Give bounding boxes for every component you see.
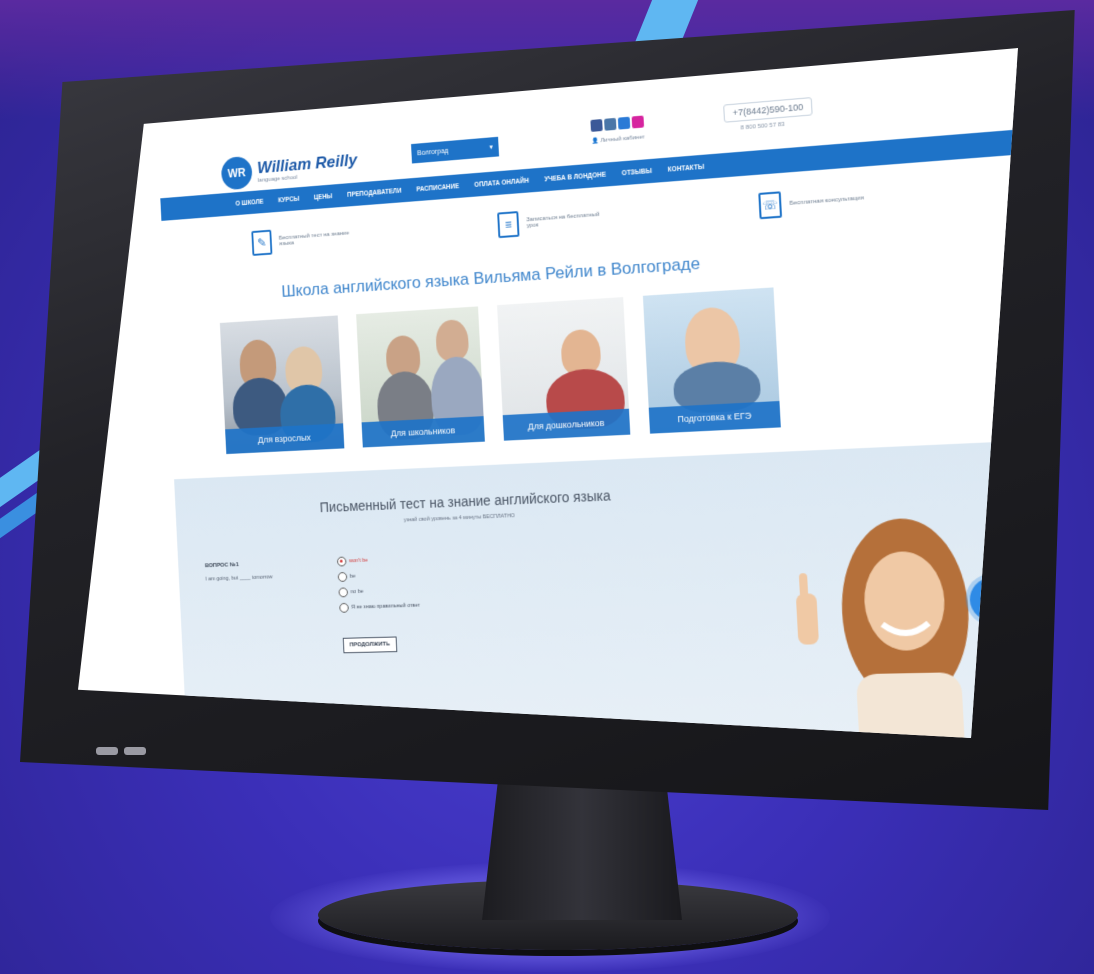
logo-mark: WR [220, 155, 253, 191]
nav-item-courses[interactable]: КУРСЫ [278, 195, 300, 203]
question-text: I am going, but ____ tomorrow [205, 574, 273, 583]
test-title: Письменный тест на знание английского яз… [319, 487, 611, 516]
vk-icon[interactable] [604, 117, 617, 131]
website: WR William Reilly language school Волгог… [157, 63, 1018, 738]
radio-button[interactable] [337, 572, 348, 582]
answer-options: won't be be no be Я не знаю правильный о… [336, 554, 421, 619]
card-label: Для взрослых [225, 423, 345, 455]
continue-button[interactable]: ПРОДОЛЖИТЬ [342, 636, 397, 654]
nav-item-prices[interactable]: ЦЕНЫ [314, 193, 333, 201]
page-title: Школа английского языка Вильяма Рейли в … [281, 253, 701, 301]
monitor-leds [96, 742, 152, 760]
feature-consultation[interactable]: ☏ Бесплатная консультация [758, 184, 873, 220]
answer-option[interactable]: Я не знаю правильный ответ [339, 601, 420, 613]
card-exam-prep[interactable]: Подготовка к ЕГЭ [642, 287, 781, 434]
personal-cabinet-link[interactable]: 👤 Личный кабинет [591, 133, 645, 144]
nav-item-teachers[interactable]: ПРЕПОДАВАТЕЛИ [347, 187, 402, 198]
instagram-icon[interactable] [631, 115, 645, 129]
user-icon: 👤 [591, 138, 599, 145]
test-subtitle: узнай свой уровень за 4 минуты БЕСПЛАТНО [403, 513, 516, 524]
feature-free-test[interactable]: ✎ Бесплатный тест на знание языка [251, 224, 353, 256]
feature-free-lesson[interactable]: ≡ Записаться на бесплатный урок [497, 205, 605, 239]
consult-icon: ☏ [758, 191, 783, 220]
chevron-down-icon: ▾ [489, 144, 494, 152]
card-label: Для школьников [361, 416, 485, 448]
phone-secondary[interactable]: 8 800 500 57 83 [740, 122, 784, 132]
nav-item-about[interactable]: О ШКОЛЕ [235, 198, 263, 207]
monitor-stand-neck [482, 780, 682, 920]
radio-button[interactable] [338, 587, 349, 598]
card-schoolchildren[interactable]: Для школьников [356, 306, 485, 448]
books-icon: ≡ [497, 211, 520, 239]
twitter-icon[interactable] [617, 116, 631, 130]
facebook-icon[interactable] [590, 119, 603, 132]
question-label: ВОПРОС №1 [204, 562, 239, 570]
nav-item-contacts[interactable]: КОНТАКТЫ [668, 163, 705, 173]
nav-item-reviews[interactable]: ОТЗЫВЫ [622, 167, 653, 176]
answer-option[interactable]: be [337, 570, 419, 582]
radio-button[interactable] [336, 556, 347, 567]
clipboard-icon: ✎ [251, 229, 273, 256]
card-label: Для дошкольников [502, 408, 631, 441]
audience-cards: Для взрослых Для школьников Для дошкольн… [219, 287, 781, 455]
city-value: Волгоград [416, 147, 449, 157]
nav-item-schedule[interactable]: РАСПИСАНИЕ [416, 183, 459, 193]
card-preschool[interactable]: Для дошкольников [497, 297, 631, 441]
nav-item-london[interactable]: УЧЕБА В ЛОНДОНЕ [544, 171, 606, 183]
card-label: Подготовка к ЕГЭ [648, 400, 781, 434]
radio-button[interactable] [339, 602, 349, 613]
monitor-screen: WR William Reilly language school Волгог… [78, 48, 1018, 738]
answer-option[interactable]: no be [338, 585, 419, 598]
answer-option[interactable]: won't be [336, 554, 418, 567]
card-adults[interactable]: Для взрослых [219, 315, 345, 455]
phone-main[interactable]: +7(8442)590-100 [723, 97, 814, 123]
social-links [590, 115, 645, 132]
nav-item-payment[interactable]: ОПЛАТА ОНЛАЙН [474, 177, 529, 188]
city-select[interactable]: Волгоград ▾ [411, 136, 500, 164]
